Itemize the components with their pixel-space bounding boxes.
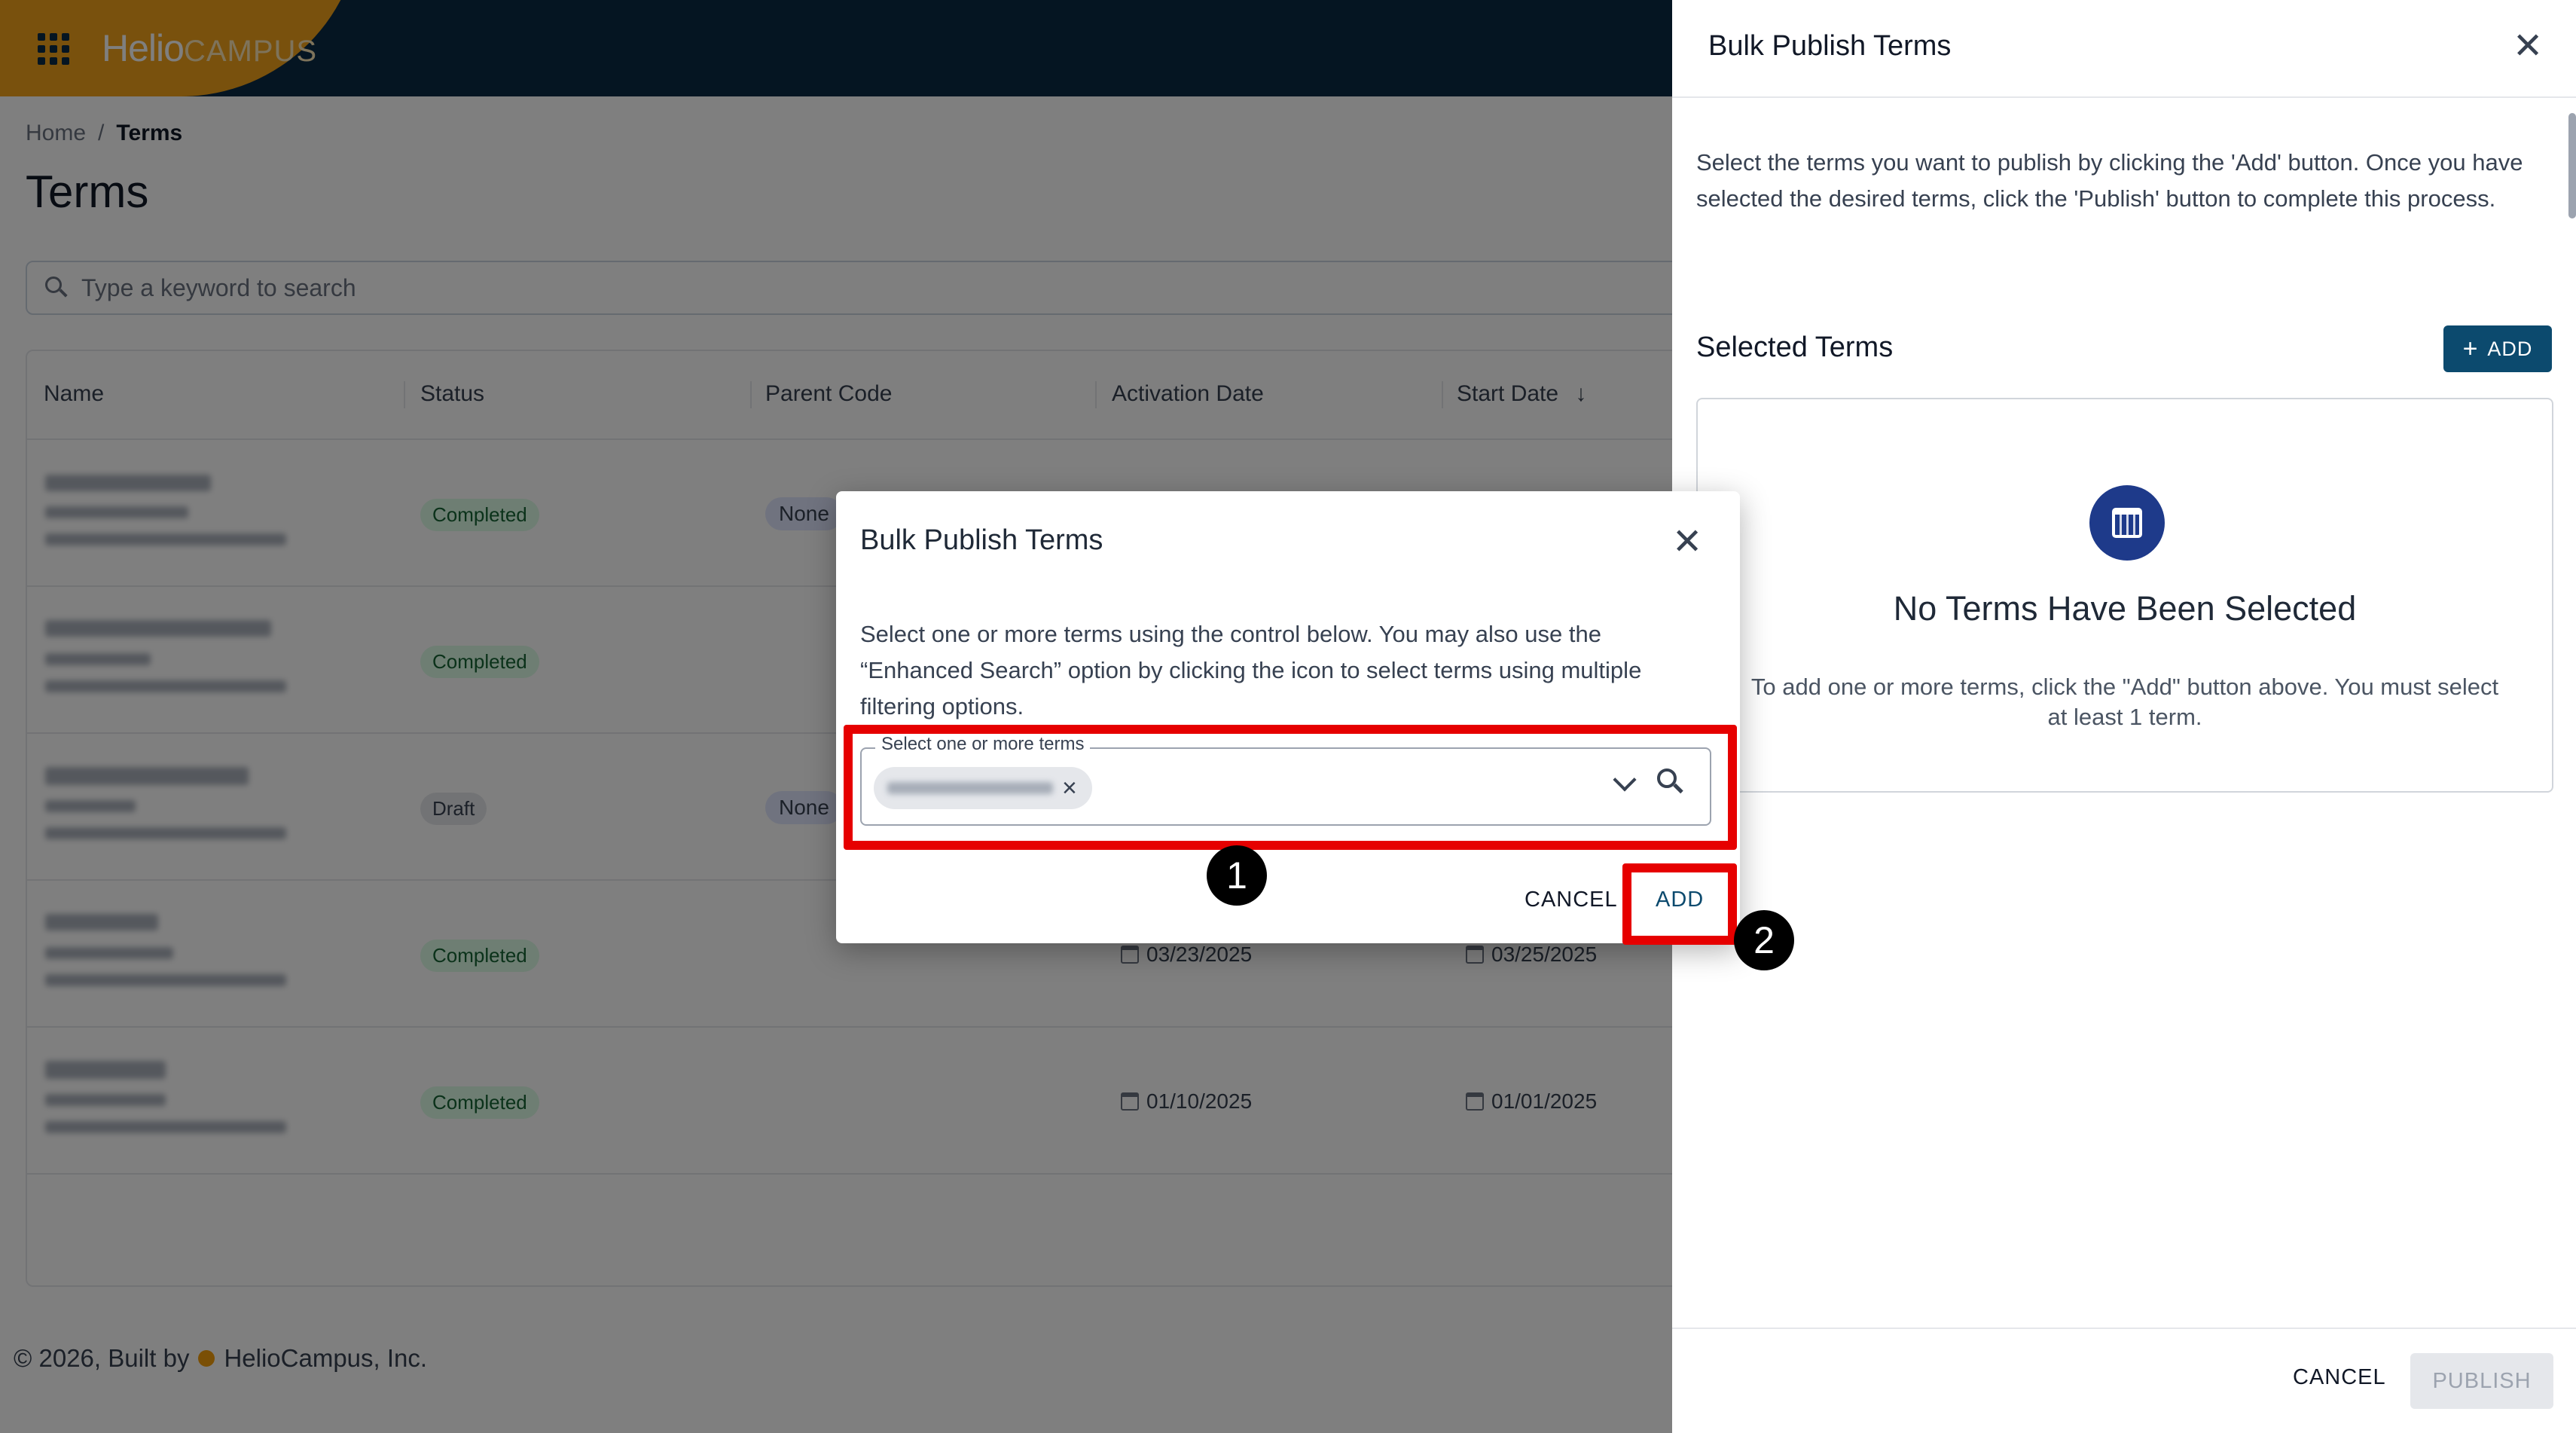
publish-button[interactable]: PUBLISH [2410, 1353, 2553, 1409]
dialog-close-icon[interactable]: ✕ [1672, 524, 1702, 561]
drawer-description: Select the terms you want to publish by … [1696, 149, 2523, 212]
highlight-add-button [1622, 863, 1737, 945]
calendar-icon [2089, 485, 2165, 561]
empty-state: No Terms Have Been Selected To add one o… [1696, 398, 2553, 793]
drawer-scrollbar[interactable] [2568, 113, 2576, 218]
drawer-close-icon[interactable]: ✕ [2513, 29, 2543, 65]
dialog-cancel-button[interactable]: CANCEL [1525, 888, 1618, 912]
dialog-title: Bulk Publish Terms [860, 524, 1103, 556]
drawer-cancel-button[interactable]: CANCEL [2293, 1365, 2386, 1390]
drawer-title: Bulk Publish Terms [1708, 30, 1952, 62]
step-marker-2: 2 [1734, 910, 1794, 970]
dialog-description: Select one or more terms using the contr… [860, 621, 1642, 720]
bulk-publish-dialog: Bulk Publish Terms ✕ Select one or more … [836, 491, 1740, 943]
highlight-select-field [844, 725, 1737, 850]
empty-state-title: No Terms Have Been Selected [1893, 589, 2357, 628]
empty-state-description: To add one or more terms, click the "Add… [1750, 674, 2499, 730]
drawer-footer: CANCEL PUBLISH [1672, 1328, 2576, 1433]
step-marker-1: 1 [1207, 845, 1267, 906]
selected-terms-heading: Selected Terms [1696, 332, 1894, 363]
add-terms-button[interactable]: + ADD [2443, 325, 2552, 372]
plus-icon: + [2462, 335, 2479, 363]
drawer-header: Bulk Publish Terms ✕ [1672, 0, 2576, 98]
bulk-publish-drawer: Bulk Publish Terms ✕ Select the terms yo… [1672, 0, 2576, 1433]
